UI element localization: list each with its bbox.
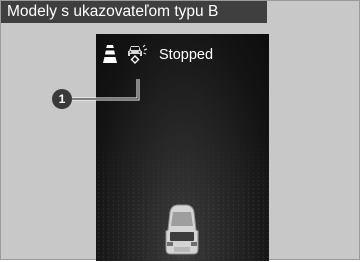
own-vehicle-icon — [165, 204, 199, 255]
figure-title: Modely s ukazovateľom typu B — [1, 1, 267, 23]
vehicle-ahead-indicator-icon — [130, 55, 140, 64]
status-text: Stopped — [159, 47, 214, 63]
callout-number-badge: 1 — [52, 89, 72, 109]
lane-marker-icon — [103, 45, 117, 63]
vehicle-ahead-icon — [128, 44, 148, 64]
manual-figure-frame: Modely s ukazovateľom typu B Stopped 1 — [0, 0, 360, 261]
instrument-display: Stopped — [96, 34, 269, 261]
